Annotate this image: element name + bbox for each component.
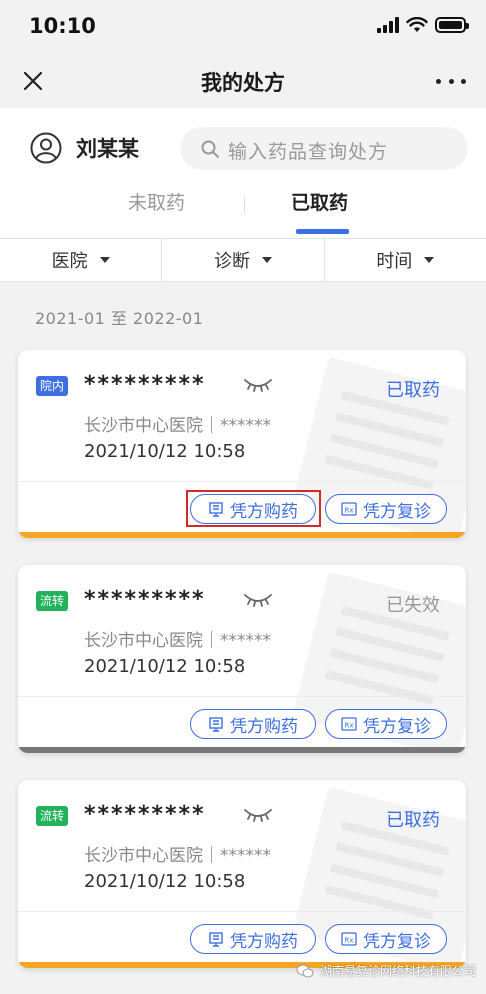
header-area: 刘某某 输入药品查询处方 未取药 已取药 <box>0 108 486 238</box>
prescription-datetime: 2021/10/12 10:58 <box>84 441 246 462</box>
filter-diagnosis[interactable]: 诊断 <box>162 239 325 281</box>
more-options-icon[interactable] <box>436 68 466 94</box>
source-tag: 流转 <box>36 806 68 826</box>
eye-closed-icon[interactable] <box>243 591 273 607</box>
footer-watermark-text: 湖南易复诊网络科技有限公司 <box>319 964 476 978</box>
status-bar: 10:10 <box>0 0 486 56</box>
card-divider <box>18 911 466 912</box>
card-bottom-stripe <box>18 532 466 538</box>
status-badge: 已取药 <box>386 380 440 401</box>
status-badge: 已失效 <box>386 595 440 616</box>
svg-text:Rx: Rx <box>345 722 354 730</box>
drug-name-masked: ********* <box>84 372 206 397</box>
filter-diagnosis-label: 诊断 <box>213 251 250 272</box>
prescription-datetime: 2021/10/12 10:58 <box>84 656 246 677</box>
cellular-signal-icon <box>377 17 399 33</box>
filter-hospital-label: 医院 <box>51 251 88 272</box>
buy-button-label: 凭方购药 <box>230 716 298 737</box>
user-name: 刘某某 <box>76 137 139 161</box>
svg-text:Rx: Rx <box>345 937 354 945</box>
filter-time[interactable]: 时间 <box>325 239 486 281</box>
caret-down-icon <box>424 257 435 263</box>
rx-icon: Rx <box>341 932 357 946</box>
footer-watermark: 湖南易复诊网络科技有限公司 <box>296 962 476 979</box>
hospital-info: 长沙市中心医院｜****** <box>84 416 271 436</box>
revisit-button-label: 凭方复诊 <box>363 501 431 522</box>
prescription-card[interactable]: 院内 ********* 已取药 长沙市中心医院｜****** 2021/10/… <box>18 350 466 538</box>
pharmacy-icon <box>209 717 223 732</box>
status-icons <box>377 17 469 33</box>
revisit-with-prescription-button[interactable]: Rx 凭方复诊 <box>325 709 447 739</box>
search-input[interactable]: 输入药品查询处方 <box>180 127 468 170</box>
status-badge: 已取药 <box>386 810 440 831</box>
battery-icon <box>435 17 469 33</box>
search-icon <box>201 140 219 158</box>
card-divider <box>18 481 466 482</box>
card-divider <box>18 696 466 697</box>
source-tag: 院内 <box>36 376 68 396</box>
revisit-with-prescription-button[interactable]: Rx 凭方复诊 <box>325 924 447 954</box>
revisit-button-label: 凭方复诊 <box>363 716 431 737</box>
rx-icon: Rx <box>341 502 357 516</box>
eye-closed-icon[interactable] <box>243 376 273 392</box>
eye-closed-icon[interactable] <box>243 806 273 822</box>
drug-name-masked: ********* <box>84 802 206 827</box>
caret-down-icon <box>261 257 272 263</box>
source-tag: 流转 <box>36 591 68 611</box>
date-range-label: 2021-01 至 2022-01 <box>35 309 204 328</box>
tab-not-picked-up[interactable]: 未取药 <box>128 188 185 215</box>
revisit-button-label: 凭方复诊 <box>363 931 431 952</box>
search-placeholder: 输入药品查询处方 <box>228 141 389 163</box>
prescription-datetime: 2021/10/12 10:58 <box>84 871 246 892</box>
buy-button-label: 凭方购药 <box>230 931 298 952</box>
page-title: 我的处方 <box>201 71 285 95</box>
active-tab-indicator <box>296 229 349 234</box>
nav-bar: 我的处方 <box>0 56 486 108</box>
filter-hospital[interactable]: 医院 <box>0 239 163 281</box>
rx-icon: Rx <box>341 717 357 731</box>
tab-picked-up[interactable]: 已取药 <box>291 188 348 215</box>
tab-divider <box>244 196 245 214</box>
prescription-card[interactable]: 流转 ********* 已失效 长沙市中心医院｜****** 2021/10/… <box>18 565 466 753</box>
card-bottom-stripe <box>18 747 466 753</box>
status-time: 10:10 <box>29 14 96 38</box>
buy-with-prescription-button[interactable]: 凭方购药 <box>190 709 316 739</box>
svg-text:Rx: Rx <box>345 507 354 515</box>
drug-name-masked: ********* <box>84 587 206 612</box>
filter-bar: 医院 诊断 时间 <box>0 238 486 282</box>
highlight-annotation <box>186 490 321 527</box>
caret-down-icon <box>99 257 110 263</box>
prescription-card[interactable]: 流转 ********* 已取药 长沙市中心医院｜****** 2021/10/… <box>18 780 466 968</box>
wifi-icon <box>406 17 428 32</box>
user-avatar-icon <box>30 132 62 164</box>
filter-time-label: 时间 <box>376 251 413 272</box>
pharmacy-icon <box>209 932 223 947</box>
hospital-info: 长沙市中心医院｜****** <box>84 631 271 651</box>
revisit-with-prescription-button[interactable]: Rx 凭方复诊 <box>325 494 447 524</box>
wechat-icon <box>296 964 314 977</box>
buy-with-prescription-button[interactable]: 凭方购药 <box>190 924 316 954</box>
hospital-info: 长沙市中心医院｜****** <box>84 846 271 866</box>
